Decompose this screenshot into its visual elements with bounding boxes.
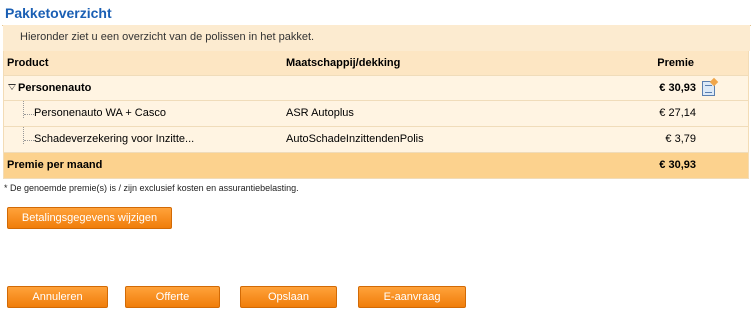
table-row: Personenauto WA + Casco ASR Autoplus € 2… [4,101,748,127]
group-label: Personenauto [18,82,92,94]
package-table: Product Maatschappij/dekking Premie Pers… [3,51,749,179]
total-premie: € 30,93 [659,159,696,171]
item-maatschappij: ASR Autoplus [286,107,354,119]
group-row-personenauto[interactable]: Personenauto € 30,93 [4,76,748,101]
item-product: Schadeverzekering voor Inzitte... [34,133,195,145]
intro-text: Hieronder ziet u een overzicht van de po… [3,25,750,51]
total-label: Premie per maand [7,159,103,171]
footnote: * De genoemde premie(s) is / zijn exclus… [4,183,299,193]
item-premie: € 3,79 [665,133,696,145]
tree-connector [24,114,34,115]
table-row: Schadeverzekering voor Inzitte... AutoSc… [4,127,748,153]
item-premie: € 27,14 [659,107,696,119]
item-maatschappij: AutoSchadeInzittendenPolis [286,133,424,145]
triangle-down-icon-inner [9,85,15,89]
tree-connector [24,140,34,141]
header-product: Product [7,57,49,69]
item-product: Personenauto WA + Casco [34,107,166,119]
save-button[interactable]: Opslaan [240,286,337,308]
table-header-row: Product Maatschappij/dekking Premie [4,51,748,76]
header-maatschappij: Maatschappij/dekking [286,57,401,69]
cancel-button[interactable]: Annuleren [7,286,108,308]
group-premie: € 30,93 [659,82,696,94]
quote-button[interactable]: Offerte [125,286,220,308]
tree-connector [23,101,24,118]
total-row: Premie per maand € 30,93 [4,153,748,179]
tree-connector [23,127,24,144]
page-title: Pakketoverzicht [5,5,112,21]
change-payment-details-button[interactable]: Betalingsgegevens wijzigen [7,207,172,229]
e-application-button[interactable]: E-aanvraag [358,286,466,308]
header-premie: Premie [657,57,694,69]
